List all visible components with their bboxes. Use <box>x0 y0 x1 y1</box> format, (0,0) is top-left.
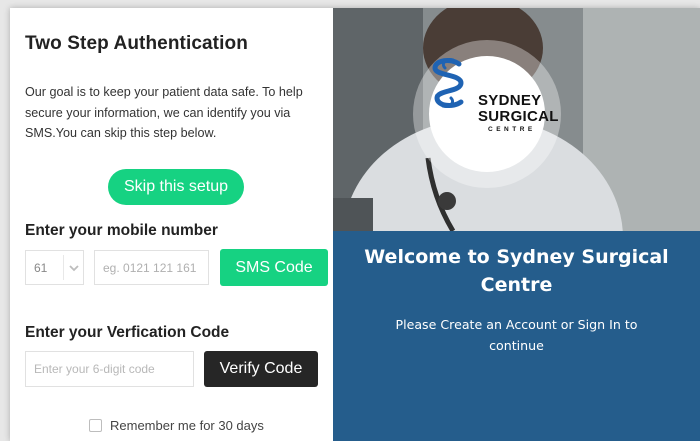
brand-panel: SYDNEY SURGICAL CENTRE Welcome to Sydney… <box>333 8 700 441</box>
chevron-down-icon <box>69 265 79 272</box>
remember-me-checkbox[interactable] <box>89 418 102 432</box>
verify-code-button[interactable]: Verify Code <box>204 351 318 387</box>
two-step-auth-modal: Two Step Authentication Our goal is to k… <box>10 8 700 441</box>
auth-panel: Two Step Authentication Our goal is to k… <box>10 8 333 441</box>
logo-line-sydney: SYDNEY <box>478 92 542 109</box>
country-code-value: 61 <box>34 261 48 275</box>
s-helix-logo-icon <box>432 58 464 108</box>
logo-line-surgical: SURGICAL <box>478 108 559 125</box>
intro-text: Our goal is to keep your patient data sa… <box>25 85 303 140</box>
verification-code-input[interactable] <box>25 351 194 387</box>
sms-code-button[interactable]: SMS Code <box>220 249 328 286</box>
logo-wordmark: SYDNEY SURGICAL CENTRE <box>478 93 559 134</box>
country-code-select[interactable]: 61 <box>25 250 84 285</box>
remember-me-option[interactable]: Remember me for 30 days <box>89 416 264 434</box>
mobile-number-label: Enter your mobile number <box>25 222 218 239</box>
skip-setup-button[interactable]: Skip this setup <box>108 169 244 205</box>
mobile-number-input[interactable] <box>94 250 209 285</box>
select-divider <box>63 255 64 280</box>
welcome-heading: Welcome to Sydney Surgical Centre <box>364 246 669 296</box>
page-title: Two Step Authentication <box>25 33 248 54</box>
doctor-photo: SYDNEY SURGICAL CENTRE <box>333 8 700 231</box>
logo-line-centre: CENTRE <box>488 126 536 133</box>
verification-code-label: Enter your Verfication Code <box>25 324 230 341</box>
welcome-subtitle: Please Create an Account or Sign In to c… <box>395 317 638 353</box>
brand-logo: SYDNEY SURGICAL CENTRE <box>429 56 558 172</box>
welcome-panel: Welcome to Sydney Surgical Centre Please… <box>333 231 700 441</box>
remember-me-label: Remember me for 30 days <box>110 417 264 433</box>
